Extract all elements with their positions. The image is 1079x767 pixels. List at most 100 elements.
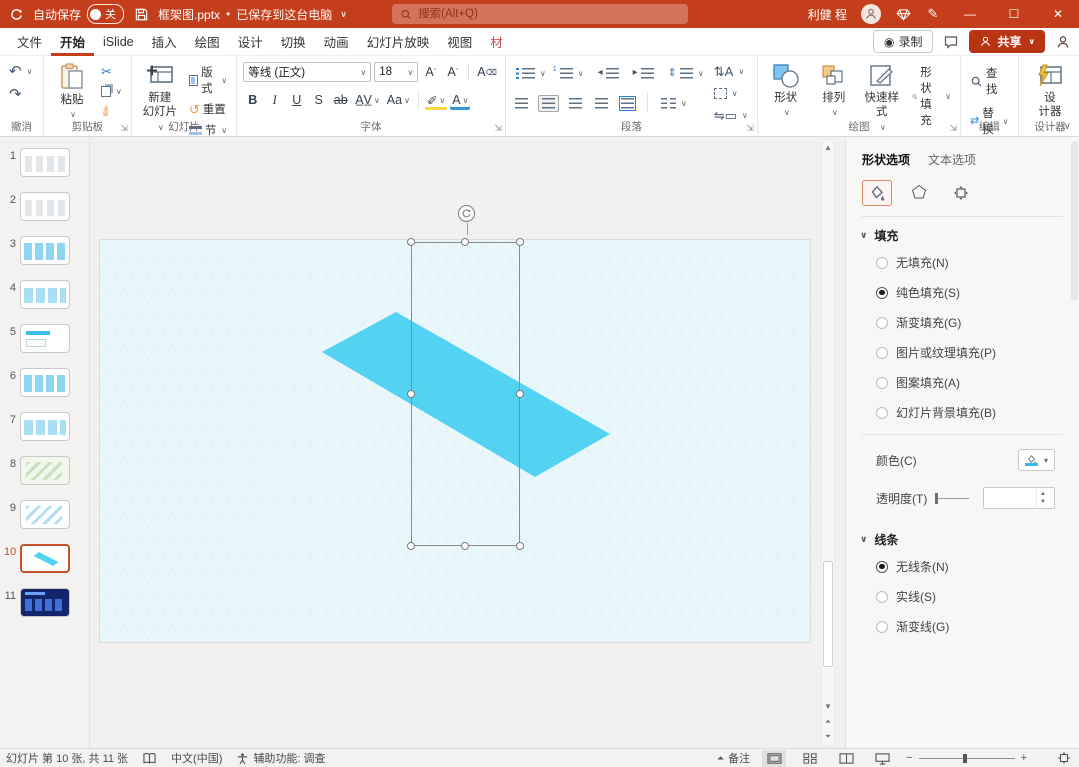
tab-text-options[interactable]: 文本选项 bbox=[928, 151, 976, 168]
zoom-slider[interactable] bbox=[919, 758, 1015, 759]
transparency-slider[interactable] bbox=[935, 498, 969, 499]
align-right-button[interactable] bbox=[566, 95, 585, 112]
next-slide-icon[interactable]: ⏷ bbox=[822, 731, 834, 743]
drawing-dialog-launcher[interactable]: ⇲ bbox=[950, 123, 958, 134]
slide-thumb-3[interactable]: 3 bbox=[0, 233, 89, 268]
decrease-indent-button[interactable]: ◂ bbox=[595, 65, 622, 82]
spin-down-icon[interactable]: ▼ bbox=[1040, 499, 1046, 505]
spin-up-icon[interactable]: ▲ bbox=[1040, 491, 1046, 497]
tab-transitions[interactable]: 切换 bbox=[272, 27, 315, 56]
highlight-color-button[interactable]: ✐∨ bbox=[425, 91, 447, 110]
increase-indent-button[interactable]: ▸ bbox=[630, 65, 657, 82]
resize-handle-e[interactable] bbox=[516, 390, 524, 398]
fit-to-window-button[interactable] bbox=[1057, 751, 1071, 765]
resize-handle-w[interactable] bbox=[407, 390, 415, 398]
clear-formatting-button[interactable]: A⌫ bbox=[475, 63, 499, 82]
font-color-button[interactable]: A∨ bbox=[450, 91, 470, 110]
size-properties-icon[interactable] bbox=[946, 180, 976, 206]
slide-thumb-8[interactable]: 8 bbox=[0, 453, 89, 488]
fill-line-icon[interactable] bbox=[862, 180, 892, 206]
fill-option-background[interactable]: 幻灯片背景填充(B) bbox=[876, 404, 1079, 421]
clipboard-dialog-launcher[interactable]: ⇲ bbox=[120, 123, 128, 134]
italic-button[interactable]: I bbox=[265, 91, 284, 110]
char-spacing-button[interactable]: A̲V̲∨ bbox=[353, 91, 382, 110]
slide-canvas[interactable]: ▲ ▼ ⏶ ⏷ bbox=[90, 137, 838, 748]
resize-handle-ne[interactable] bbox=[516, 238, 524, 246]
slide-thumb-10-selected[interactable]: 10 bbox=[0, 541, 89, 576]
tab-file[interactable]: 文件 bbox=[8, 27, 51, 56]
slide-sorter-view-button[interactable] bbox=[798, 750, 822, 767]
accessibility-status[interactable]: 辅助功能: 调查 bbox=[236, 750, 325, 766]
scroll-up-icon[interactable]: ▲ bbox=[822, 141, 834, 153]
justify-button[interactable] bbox=[592, 95, 611, 112]
undo-button[interactable]: ↶∨ bbox=[6, 63, 35, 80]
text-direction-button[interactable]: ⇅A∨ bbox=[711, 63, 751, 80]
tab-design[interactable]: 设计 bbox=[229, 27, 272, 56]
slide-thumb-6[interactable]: 6 bbox=[0, 365, 89, 400]
slide-thumb-5[interactable]: 5 bbox=[0, 321, 89, 356]
align-left-button[interactable] bbox=[512, 95, 531, 112]
align-text-button[interactable]: ∨ bbox=[711, 85, 751, 102]
line-option-none[interactable]: 无线条(N) bbox=[876, 558, 1079, 575]
maximize-button[interactable]: ☐ bbox=[999, 0, 1029, 28]
slide-thumb-4[interactable]: 4 bbox=[0, 277, 89, 312]
format-painter-button[interactable]: ✐ bbox=[98, 103, 125, 120]
normal-view-button[interactable] bbox=[762, 750, 786, 767]
grow-font-button[interactable]: Aˆ bbox=[421, 63, 440, 82]
fill-color-button[interactable]: ▾ bbox=[1018, 449, 1055, 471]
tab-shape-options[interactable]: 形状选项 bbox=[862, 151, 910, 168]
fill-option-picture[interactable]: 图片或纹理填充(P) bbox=[876, 344, 1079, 361]
fill-option-none[interactable]: 无填充(N) bbox=[876, 254, 1079, 271]
shadow-button[interactable]: S bbox=[309, 91, 328, 110]
people-icon[interactable] bbox=[1055, 34, 1071, 50]
distribute-button[interactable] bbox=[618, 95, 637, 112]
pane-scrollbar[interactable] bbox=[1071, 141, 1078, 301]
slide-thumb-7[interactable]: 7 bbox=[0, 409, 89, 444]
record-button[interactable]: ◉录制 bbox=[873, 30, 934, 53]
save-icon[interactable] bbox=[133, 6, 149, 22]
copy-button[interactable]: ∨ bbox=[98, 83, 125, 100]
selection-bounding-box[interactable] bbox=[411, 242, 520, 546]
previous-slide-icon[interactable]: ⏶ bbox=[822, 716, 834, 728]
transparency-spinbox[interactable]: ▲▼ bbox=[983, 487, 1055, 509]
minimize-button[interactable]: — bbox=[955, 0, 985, 28]
fill-option-gradient[interactable]: 渐变填充(G) bbox=[876, 314, 1079, 331]
resize-handle-se[interactable] bbox=[516, 542, 524, 550]
zoom-out-button[interactable]: − bbox=[906, 752, 912, 764]
close-button[interactable]: ✕ bbox=[1043, 0, 1073, 28]
slide-thumb-2[interactable]: 2 bbox=[0, 189, 89, 224]
tab-islide[interactable]: iSlide bbox=[94, 30, 143, 54]
numbering-button[interactable]: ∨ bbox=[557, 65, 587, 82]
zoom-in-button[interactable]: + bbox=[1021, 752, 1027, 764]
scroll-down-icon[interactable]: ▼ bbox=[822, 700, 834, 712]
avatar[interactable] bbox=[861, 4, 881, 24]
font-dialog-launcher[interactable]: ⇲ bbox=[494, 123, 502, 134]
tab-insert[interactable]: 插入 bbox=[143, 27, 186, 56]
line-spacing-button[interactable]: ⇕∨ bbox=[665, 65, 707, 82]
font-size-combo[interactable]: 18∨ bbox=[374, 62, 418, 82]
transparency-input[interactable] bbox=[984, 488, 1036, 508]
tab-addin[interactable]: 材 bbox=[481, 27, 512, 56]
cut-button[interactable]: ✂ bbox=[98, 63, 125, 80]
find-button[interactable]: 查找 bbox=[967, 64, 1011, 98]
canvas-scrollbar[interactable]: ▲ ▼ ⏶ ⏷ bbox=[821, 139, 835, 746]
resize-handle-s[interactable] bbox=[461, 542, 469, 550]
share-button[interactable]: 共享∨ bbox=[969, 30, 1045, 53]
shapes-button[interactable]: 形状∨ bbox=[764, 61, 808, 122]
spellcheck-icon[interactable] bbox=[142, 752, 157, 765]
scrollbar-thumb[interactable] bbox=[823, 561, 833, 667]
premium-gem-icon[interactable] bbox=[895, 6, 911, 22]
fill-option-pattern[interactable]: 图案填充(A) bbox=[876, 374, 1079, 391]
resize-handle-n[interactable] bbox=[461, 238, 469, 246]
designer-button[interactable]: 设计器 bbox=[1028, 61, 1072, 122]
paragraph-dialog-launcher[interactable]: ⇲ bbox=[746, 123, 754, 134]
tab-home[interactable]: 开始 bbox=[51, 27, 94, 56]
search-input[interactable] bbox=[418, 8, 680, 20]
document-title[interactable]: 框架图.pptx • 已保存到这台电脑 ∨ bbox=[158, 6, 347, 23]
change-case-button[interactable]: Aa∨ bbox=[385, 91, 412, 110]
pen-mode-icon[interactable]: ✎ bbox=[925, 6, 941, 22]
autosave-toggle[interactable]: 自动保存 关 bbox=[33, 4, 124, 24]
tab-animations[interactable]: 动画 bbox=[315, 27, 358, 56]
fill-option-solid[interactable]: 纯色填充(S) bbox=[876, 284, 1079, 301]
line-option-solid[interactable]: 实线(S) bbox=[876, 588, 1079, 605]
